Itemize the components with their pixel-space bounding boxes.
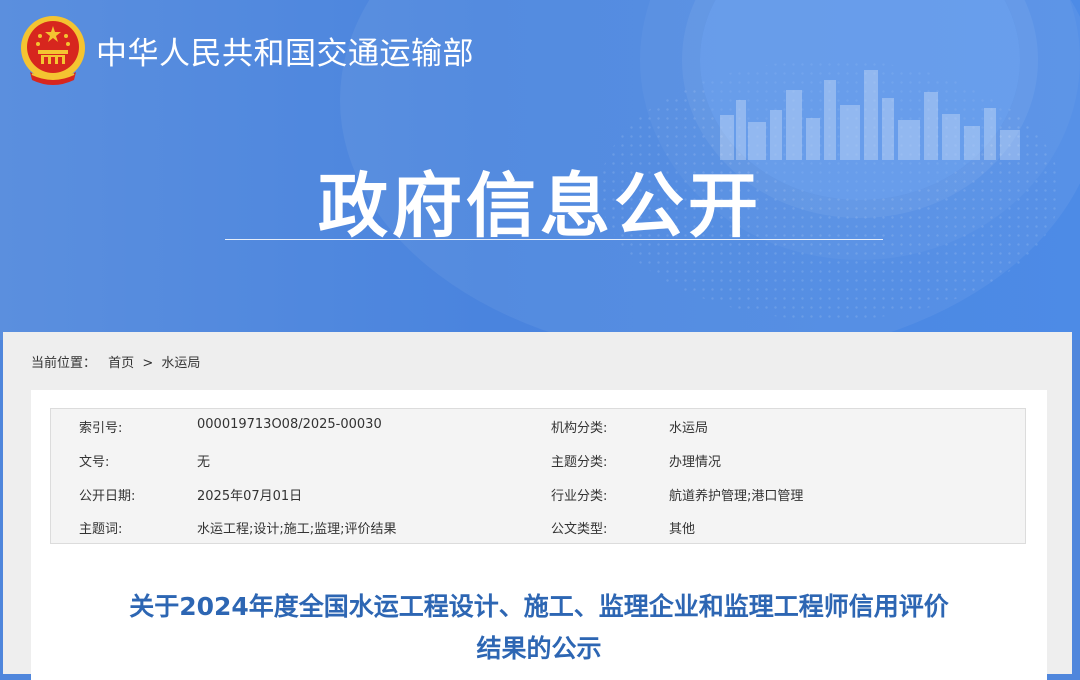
breadcrumb-separator: > xyxy=(142,356,154,371)
national-emblem-icon[interactable] xyxy=(18,14,88,86)
meta-value-date: 2025年07月01日 xyxy=(197,489,303,504)
meta-value-doc-number: 无 xyxy=(197,455,211,470)
meta-value-industry: 航道养护管理;港口管理 xyxy=(669,489,804,504)
metadata-table: 索引号: 000019713O08/2025-00030 机构分类: 水运局 文… xyxy=(50,408,1026,544)
breadcrumb-section-link[interactable]: 水运局 xyxy=(161,352,200,371)
article-title-line1: 关于2024年度全国水运工程设计、施工、监理企业和监理工程师信用评价 xyxy=(129,592,949,621)
title-divider xyxy=(225,239,883,240)
content-area: 当前位置： 首页 > 水运局 索引号: 000019713O08/2025-00… xyxy=(3,332,1072,680)
meta-value-doc-type: 其他 xyxy=(669,522,696,537)
meta-label-doc-type: 公文类型: xyxy=(551,522,608,537)
city-skyline-icon xyxy=(720,70,1020,160)
meta-label-keywords: 主题词: xyxy=(79,522,123,537)
meta-value-index: 000019713O08/2025-00030 xyxy=(197,417,382,432)
meta-label-date: 公开日期: xyxy=(79,489,136,504)
meta-label-topic: 主题分类: xyxy=(551,455,608,470)
header-banner: 中华人民共和国交通运输部 政府信息公开 xyxy=(0,0,1080,340)
meta-label-agency: 机构分类: xyxy=(551,421,608,436)
breadcrumb-prefix: 当前位置： xyxy=(31,356,97,371)
org-name[interactable]: 中华人民共和国交通运输部 xyxy=(96,28,474,73)
meta-value-agency: 水运局 xyxy=(669,421,709,436)
meta-value-topic: 办理情况 xyxy=(669,455,722,470)
article-card: 索引号: 000019713O08/2025-00030 机构分类: 水运局 文… xyxy=(31,390,1047,680)
meta-label-index: 索引号: xyxy=(79,421,123,436)
breadcrumb: 当前位置： 首页 > 水运局 xyxy=(31,352,200,371)
article-title-line2: 结果的公示 xyxy=(476,634,602,663)
article-title: 关于2024年度全国水运工程设计、施工、监理企业和监理工程师信用评价 结果的公示 xyxy=(31,586,1047,670)
breadcrumb-home-link[interactable]: 首页 xyxy=(108,352,134,371)
meta-label-industry: 行业分类: xyxy=(551,489,608,504)
page-title: 政府信息公开 xyxy=(318,164,762,247)
meta-label-doc-number: 文号: xyxy=(79,455,110,470)
meta-value-keywords: 水运工程;设计;施工;监理;评价结果 xyxy=(197,522,397,537)
